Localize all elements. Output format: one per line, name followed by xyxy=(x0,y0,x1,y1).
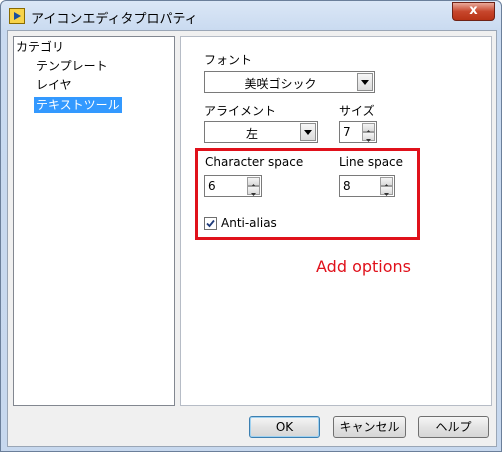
arrow-down-icon xyxy=(366,139,371,142)
size-increment-button[interactable] xyxy=(362,123,375,133)
chevron-down-icon xyxy=(361,80,369,85)
tree-item-layer[interactable]: レイヤ xyxy=(36,77,72,93)
character-space-label: Character space xyxy=(205,155,304,169)
character-space-increment-button[interactable] xyxy=(247,177,260,187)
character-space-spinbox[interactable]: 6 xyxy=(204,175,262,197)
category-tree[interactable]: カテゴリ テンプレート レイヤ テキストツール xyxy=(13,36,175,406)
alignment-select[interactable]: 左 xyxy=(204,121,318,143)
ok-button[interactable]: OK xyxy=(249,416,320,438)
alignment-dropdown-button[interactable] xyxy=(300,123,316,141)
help-button[interactable]: ヘルプ xyxy=(418,416,489,438)
size-decrement-button[interactable] xyxy=(362,132,375,142)
size-spinbox[interactable]: 7 xyxy=(339,121,377,143)
add-options-annotation: Add options xyxy=(316,257,411,276)
cancel-button[interactable]: キャンセル xyxy=(333,416,406,438)
font-label: フォント xyxy=(204,53,253,67)
anti-alias-label: Anti-alias xyxy=(221,216,277,230)
title-bar[interactable]: アイコンエディタプロパティ x xyxy=(1,1,501,31)
character-space-value: 6 xyxy=(208,179,216,193)
checkmark-icon xyxy=(206,219,215,228)
tree-item-text-tool[interactable]: テキストツール xyxy=(34,97,122,113)
line-space-spinbox[interactable]: 8 xyxy=(339,175,395,197)
alignment-label: アライメント xyxy=(204,104,277,118)
line-space-increment-button[interactable] xyxy=(380,177,393,187)
font-dropdown-button[interactable] xyxy=(357,73,373,91)
tree-item-template[interactable]: テンプレート xyxy=(36,58,108,74)
window-title: アイコンエディタプロパティ xyxy=(31,12,198,27)
line-space-value: 8 xyxy=(343,179,351,193)
size-label: サイズ xyxy=(339,104,375,118)
arrow-down-icon xyxy=(384,193,389,196)
font-select-value: 美咲ゴシック xyxy=(244,77,317,91)
anti-alias-checkbox[interactable] xyxy=(204,217,217,230)
close-icon: x xyxy=(469,3,478,18)
size-value: 7 xyxy=(343,125,351,139)
chevron-down-icon xyxy=(304,130,312,135)
alignment-select-value: 左 xyxy=(245,127,258,141)
font-select[interactable]: 美咲ゴシック xyxy=(204,71,375,93)
close-button[interactable]: x xyxy=(452,2,495,21)
line-space-decrement-button[interactable] xyxy=(380,186,393,196)
app-icon xyxy=(9,8,25,24)
tree-item-category[interactable]: カテゴリ xyxy=(16,39,64,55)
character-space-decrement-button[interactable] xyxy=(247,186,260,196)
line-space-label: Line space xyxy=(339,155,404,169)
arrow-down-icon xyxy=(251,193,256,196)
